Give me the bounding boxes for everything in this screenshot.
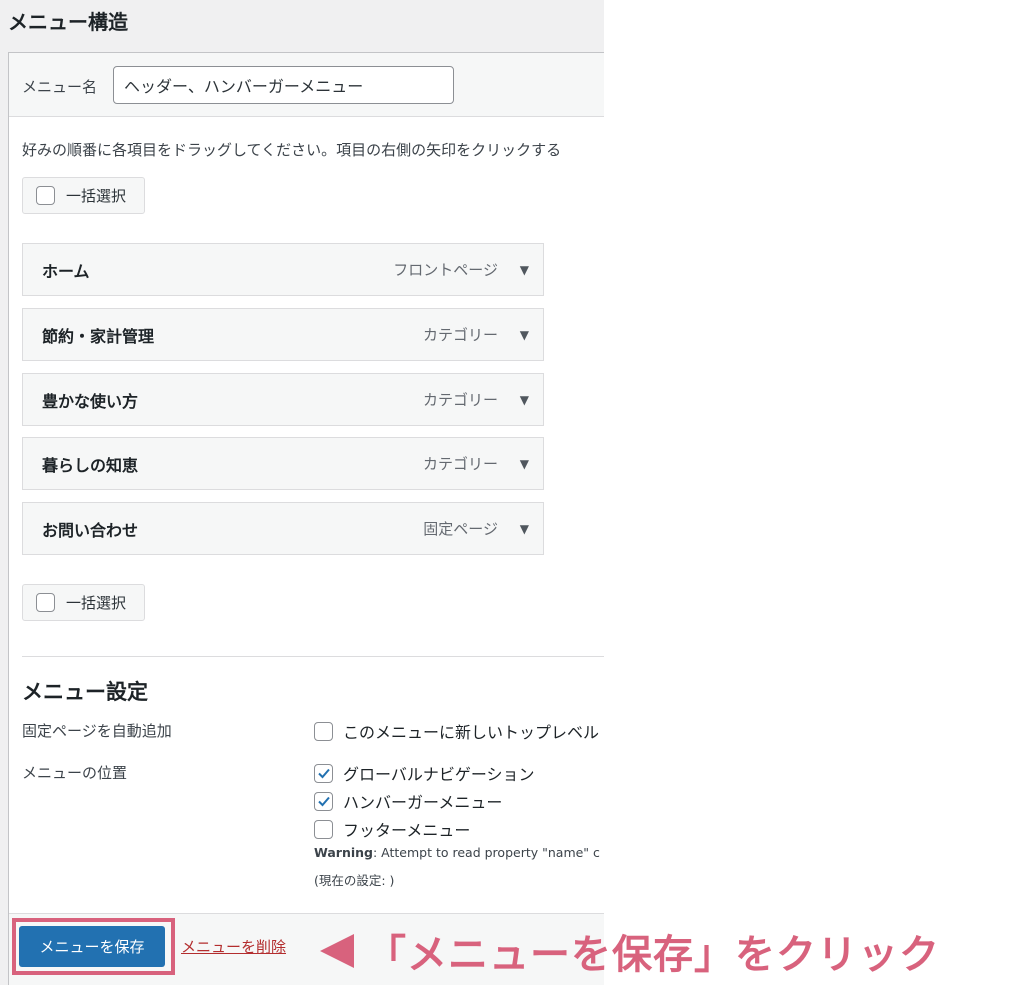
annotation-text: 「メニューを保存」をクリック bbox=[366, 932, 940, 978]
menu-item-type: カテゴリー bbox=[422, 326, 498, 344]
location-option-global-nav[interactable]: グローバルナビゲーション bbox=[314, 761, 535, 785]
location-option-hamburger[interactable]: ハンバーガーメニュー bbox=[314, 789, 502, 813]
bulk-select-checkbox[interactable] bbox=[36, 593, 55, 612]
php-warning: Warning: Attempt to read property "name"… bbox=[314, 845, 600, 860]
location-option-label: グローバルナビゲーション bbox=[343, 765, 535, 784]
location-option-footer[interactable]: フッターメニュー bbox=[314, 817, 470, 841]
menu-name-label: メニュー名 bbox=[22, 78, 98, 96]
menu-item-title: ホーム bbox=[42, 261, 90, 281]
auto-add-checkbox[interactable] bbox=[314, 721, 333, 741]
menu-item-type: フロントページ bbox=[393, 261, 498, 279]
location-checkbox-checked[interactable] bbox=[314, 763, 333, 783]
menu-name-header: メニュー名 bbox=[9, 53, 604, 117]
menu-item-type: カテゴリー bbox=[422, 455, 498, 473]
location-checkbox-checked[interactable] bbox=[314, 791, 333, 811]
checkmark-icon bbox=[317, 768, 330, 779]
expand-arrow-icon[interactable]: ▼ bbox=[520, 522, 529, 536]
menu-item-type: 固定ページ bbox=[423, 520, 498, 538]
instructions-text: 好みの順番に各項目をドラッグしてください。項目の右側の矢印をクリックする bbox=[22, 141, 562, 159]
auto-add-label: 固定ページを自動追加 bbox=[22, 722, 172, 740]
auto-add-option-label: このメニューに新しいトップレベル bbox=[343, 723, 600, 742]
left-arrow-icon bbox=[320, 934, 354, 968]
menu-item-home[interactable]: ホーム フロントページ ▼ bbox=[22, 243, 544, 296]
page-title: メニュー構造 bbox=[8, 10, 128, 34]
menu-item-title: 節約・家計管理 bbox=[42, 326, 155, 346]
menu-location-label: メニューの位置 bbox=[22, 764, 128, 782]
location-option-label: ハンバーガーメニュー bbox=[343, 793, 503, 812]
menu-item-savings[interactable]: 節約・家計管理 カテゴリー ▼ bbox=[22, 308, 544, 361]
expand-arrow-icon[interactable]: ▼ bbox=[520, 263, 529, 277]
menu-item-title: 暮らしの知恵 bbox=[42, 455, 139, 475]
auto-add-option[interactable]: このメニューに新しいトップレベル bbox=[314, 719, 599, 743]
warning-text: : Attempt to read property "name" c bbox=[372, 845, 600, 860]
bulk-select-button-top[interactable]: 一括選択 bbox=[22, 177, 145, 214]
expand-arrow-icon[interactable]: ▼ bbox=[520, 328, 529, 342]
menu-item-title: お問い合わせ bbox=[42, 520, 139, 540]
current-setting: (現在の設定: ) bbox=[314, 873, 395, 888]
expand-arrow-icon[interactable]: ▼ bbox=[520, 393, 529, 407]
checkmark-icon bbox=[317, 796, 330, 807]
menu-item-contact[interactable]: お問い合わせ 固定ページ ▼ bbox=[22, 502, 544, 555]
expand-arrow-icon[interactable]: ▼ bbox=[520, 457, 529, 471]
bulk-select-label: 一括選択 bbox=[66, 187, 127, 205]
admin-area: メニュー構造 メニュー名 好みの順番に各項目をドラッグしてください。項目の右側の… bbox=[0, 0, 604, 985]
menu-edit-panel: メニュー名 好みの順番に各項目をドラッグしてください。項目の右側の矢印をクリック… bbox=[8, 52, 604, 985]
bulk-select-label: 一括選択 bbox=[66, 594, 127, 612]
instruction-annotation: 「メニューを保存」をクリック bbox=[320, 922, 940, 980]
section-divider bbox=[22, 656, 604, 657]
bulk-select-checkbox[interactable] bbox=[36, 186, 55, 205]
menu-item-type: カテゴリー bbox=[422, 391, 498, 409]
menu-settings-title: メニュー設定 bbox=[22, 680, 148, 704]
warning-strong: Warning bbox=[314, 845, 373, 860]
menu-item-rich-usage[interactable]: 豊かな使い方 カテゴリー ▼ bbox=[22, 373, 544, 426]
menu-item-title: 豊かな使い方 bbox=[42, 391, 139, 411]
save-menu-button[interactable]: メニューを保存 bbox=[19, 926, 165, 967]
menu-name-input[interactable] bbox=[113, 66, 454, 104]
bulk-select-button-bottom[interactable]: 一括選択 bbox=[22, 584, 145, 621]
menu-item-life-tips[interactable]: 暮らしの知恵 カテゴリー ▼ bbox=[22, 437, 544, 490]
location-checkbox[interactable] bbox=[314, 819, 333, 839]
delete-menu-link[interactable]: メニューを削除 bbox=[181, 936, 286, 957]
location-option-label: フッターメニュー bbox=[343, 821, 471, 840]
